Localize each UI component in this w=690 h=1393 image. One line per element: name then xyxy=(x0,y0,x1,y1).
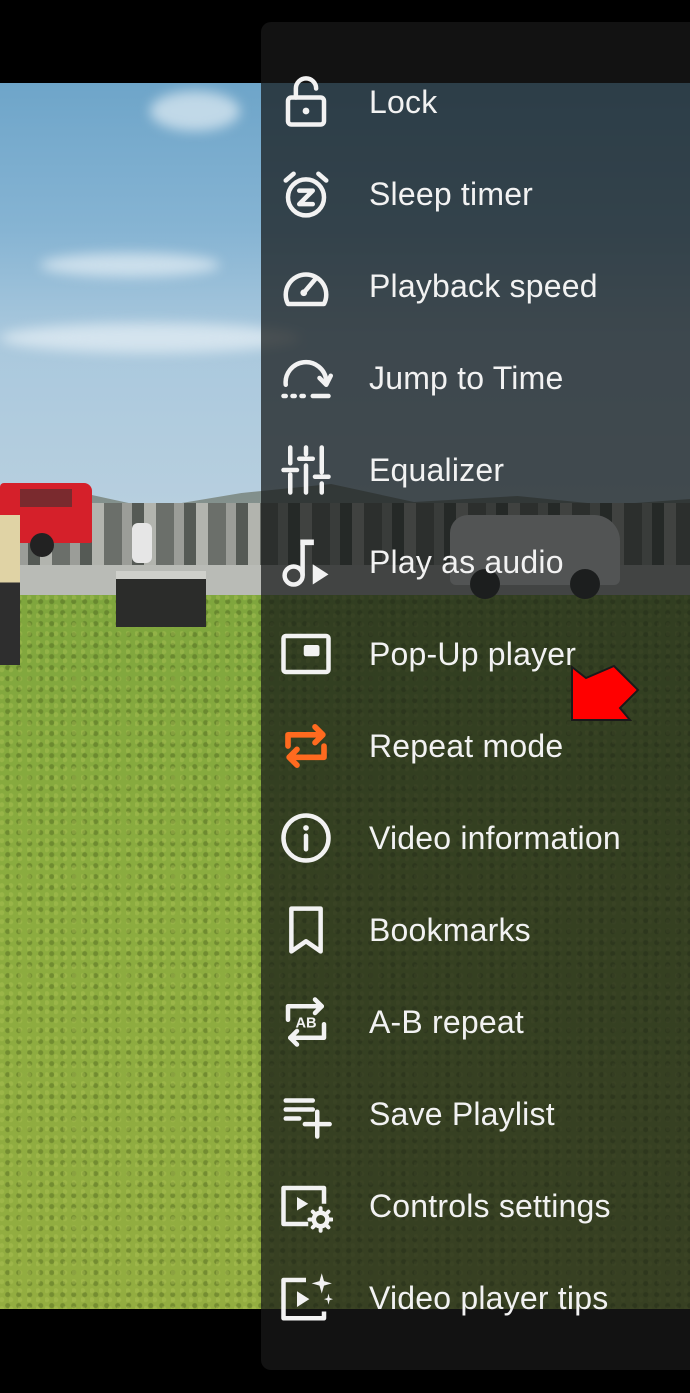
menu-label: Play as audio xyxy=(369,543,564,580)
menu-label: Video information xyxy=(369,819,621,856)
repeat-icon xyxy=(278,718,334,774)
info-circle-icon xyxy=(278,810,334,866)
menu-label: A-B repeat xyxy=(369,1003,524,1040)
video-cloud xyxy=(150,91,240,131)
screen: Lock Sleep timer Playback speed Jump to … xyxy=(0,0,690,1393)
menu-item-ab-repeat[interactable]: AB A-B repeat xyxy=(261,976,690,1068)
menu-label: Video player tips xyxy=(369,1279,609,1316)
menu-item-play-as-audio[interactable]: Play as audio xyxy=(261,516,690,608)
menu-item-jump-to-time[interactable]: Jump to Time xyxy=(261,332,690,424)
annotation-arrow-icon xyxy=(571,664,640,721)
video-settings-icon xyxy=(278,1178,334,1234)
menu-label: Controls settings xyxy=(369,1187,611,1224)
picture-in-picture-icon xyxy=(278,626,334,682)
menu-label: Equalizer xyxy=(369,451,505,488)
lock-open-icon xyxy=(278,74,334,130)
video-cart xyxy=(116,571,206,627)
video-vehicle-wheel xyxy=(30,533,54,557)
ab-repeat-icon: AB xyxy=(278,994,334,1050)
menu-item-bookmarks[interactable]: Bookmarks xyxy=(261,884,690,976)
menu-label: Sleep timer xyxy=(369,175,534,212)
menu-item-lock[interactable]: Lock xyxy=(261,56,690,148)
alarm-snooze-icon xyxy=(278,166,334,222)
menu-item-video-information[interactable]: Video information xyxy=(261,792,690,884)
menu-label: Save Playlist xyxy=(369,1095,555,1132)
menu-label: Repeat mode xyxy=(369,727,564,764)
menu-label: Pop-Up player xyxy=(369,635,577,672)
video-sparkle-icon xyxy=(278,1270,334,1326)
speedometer-icon xyxy=(278,258,334,314)
jump-arc-icon xyxy=(278,350,334,406)
playlist-add-icon xyxy=(278,1086,334,1142)
menu-label: Jump to Time xyxy=(369,359,564,396)
menu-item-playback-speed[interactable]: Playback speed xyxy=(261,240,690,332)
bookmark-icon xyxy=(278,902,334,958)
menu-item-video-player-tips[interactable]: Video player tips xyxy=(261,1252,690,1344)
menu-label: Playback speed xyxy=(369,267,598,304)
video-cloud xyxy=(0,323,300,353)
video-cloud xyxy=(40,253,220,277)
music-note-play-icon xyxy=(278,534,334,590)
menu-label: Bookmarks xyxy=(369,911,531,948)
svg-text:AB: AB xyxy=(295,1016,316,1032)
menu-item-save-playlist[interactable]: Save Playlist xyxy=(261,1068,690,1160)
menu-label: Lock xyxy=(369,83,438,120)
menu-item-sleep-timer[interactable]: Sleep timer xyxy=(261,148,690,240)
menu-item-controls-settings[interactable]: Controls settings xyxy=(261,1160,690,1252)
video-person xyxy=(0,515,20,665)
menu-item-equalizer[interactable]: Equalizer xyxy=(261,424,690,516)
equalizer-sliders-icon xyxy=(278,442,334,498)
video-person xyxy=(132,523,152,563)
